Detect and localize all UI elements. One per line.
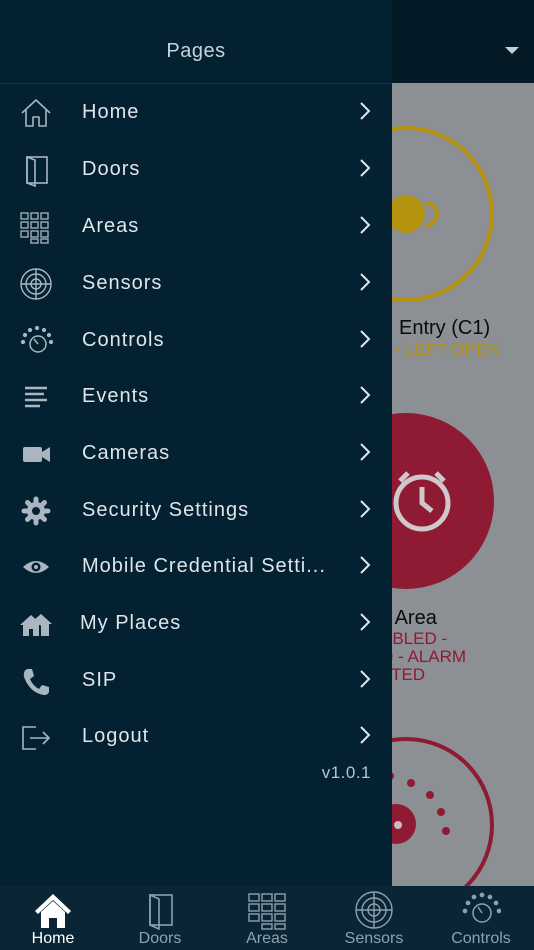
chevron-right-icon <box>360 556 371 574</box>
navigation-drawer: Pages Home Doors Areas Sensors Controls … <box>0 0 392 886</box>
door-lock-icon <box>387 195 439 233</box>
area-card-status-2: D - ALARM <box>381 647 467 666</box>
knob-icon <box>461 890 501 930</box>
chevron-right-icon <box>360 670 371 688</box>
chevron-right-icon <box>360 330 371 348</box>
houses-icon <box>18 606 54 642</box>
menu-label-doors: Doors <box>82 158 141 180</box>
eye-icon <box>18 549 54 585</box>
radar-icon <box>354 890 394 930</box>
bottom-tab-bar: Home Doors Areas Sensors Controls <box>0 886 534 950</box>
menu-label-areas: Areas <box>82 215 140 237</box>
tab-label-home: Home <box>31 930 75 947</box>
door-card-status: - LEFT OPEN <box>395 340 500 359</box>
menu-label-events: Events <box>82 385 150 407</box>
dropdown-arrow-icon[interactable] <box>505 47 519 54</box>
list-icon <box>18 379 54 415</box>
menu-label-logout: Logout <box>82 725 150 747</box>
tab-areas[interactable]: Areas <box>214 886 320 950</box>
chevron-right-icon <box>360 386 371 404</box>
home-icon <box>18 95 54 131</box>
tab-label-controls: Controls <box>451 930 511 947</box>
knob-icon <box>18 323 54 359</box>
door-card-name: Entry (C1) <box>399 317 491 339</box>
tab-sensors[interactable]: Sensors <box>321 886 427 950</box>
chevron-right-icon <box>360 726 371 744</box>
tab-controls[interactable]: Controls <box>428 886 534 950</box>
chevron-right-icon <box>360 102 371 120</box>
gear-icon <box>18 493 54 529</box>
menu-label-sensors: Sensors <box>82 272 163 294</box>
menu-label-security-settings: Security Settings <box>82 499 250 521</box>
menu-label-sip: SIP <box>82 669 118 691</box>
chevron-right-icon <box>360 613 371 631</box>
tab-home[interactable]: Home <box>0 886 106 950</box>
video-camera-icon <box>18 436 54 472</box>
menu-label-my-places: My Places <box>80 612 182 634</box>
app-version: v1.0.1 <box>321 763 371 782</box>
menu-item-logout[interactable]: Logout <box>0 709 392 765</box>
menu-item-controls[interactable]: Controls <box>0 313 392 369</box>
chevron-right-icon <box>360 500 371 518</box>
menu-item-sip[interactable]: SIP <box>0 653 392 709</box>
menu-item-security-settings[interactable]: Security Settings <box>0 483 392 539</box>
areas-grid-icon <box>18 209 54 245</box>
areas-grid-icon <box>247 890 287 930</box>
tab-label-sensors: Sensors <box>344 930 404 947</box>
menu-item-sensors[interactable]: Sensors <box>0 256 392 312</box>
tab-label-areas: Areas <box>246 930 288 947</box>
menu-label-cameras: Cameras <box>82 442 171 464</box>
home-icon <box>33 890 73 930</box>
menu-item-mobile-credential-settings[interactable]: Mobile Credential Setti... <box>0 539 392 595</box>
menu-item-cameras[interactable]: Cameras <box>0 426 392 482</box>
menu-item-home[interactable]: Home <box>0 85 392 141</box>
menu-item-areas[interactable]: Areas <box>0 199 392 255</box>
drawer-title: Pages <box>166 40 226 62</box>
menu-item-doors[interactable]: Doors <box>0 142 392 198</box>
chevron-right-icon <box>360 216 371 234</box>
menu-label-home: Home <box>82 101 140 123</box>
door-icon <box>140 890 180 930</box>
drawer-header: Pages <box>0 0 392 84</box>
tab-label-doors: Doors <box>138 930 182 947</box>
chevron-right-icon <box>360 443 371 461</box>
phone-icon <box>18 663 54 699</box>
radar-icon <box>18 266 54 302</box>
door-icon <box>18 152 54 188</box>
menu-item-my-places[interactable]: My Places <box>0 596 392 652</box>
logout-icon <box>18 719 54 755</box>
tab-doors[interactable]: Doors <box>107 886 213 950</box>
menu-label-mobile-credential-settings: Mobile Credential Setti... <box>82 555 326 577</box>
chevron-right-icon <box>360 159 371 177</box>
chevron-right-icon <box>360 273 371 291</box>
menu-item-events[interactable]: Events <box>0 369 392 425</box>
menu-label-controls: Controls <box>82 329 165 351</box>
